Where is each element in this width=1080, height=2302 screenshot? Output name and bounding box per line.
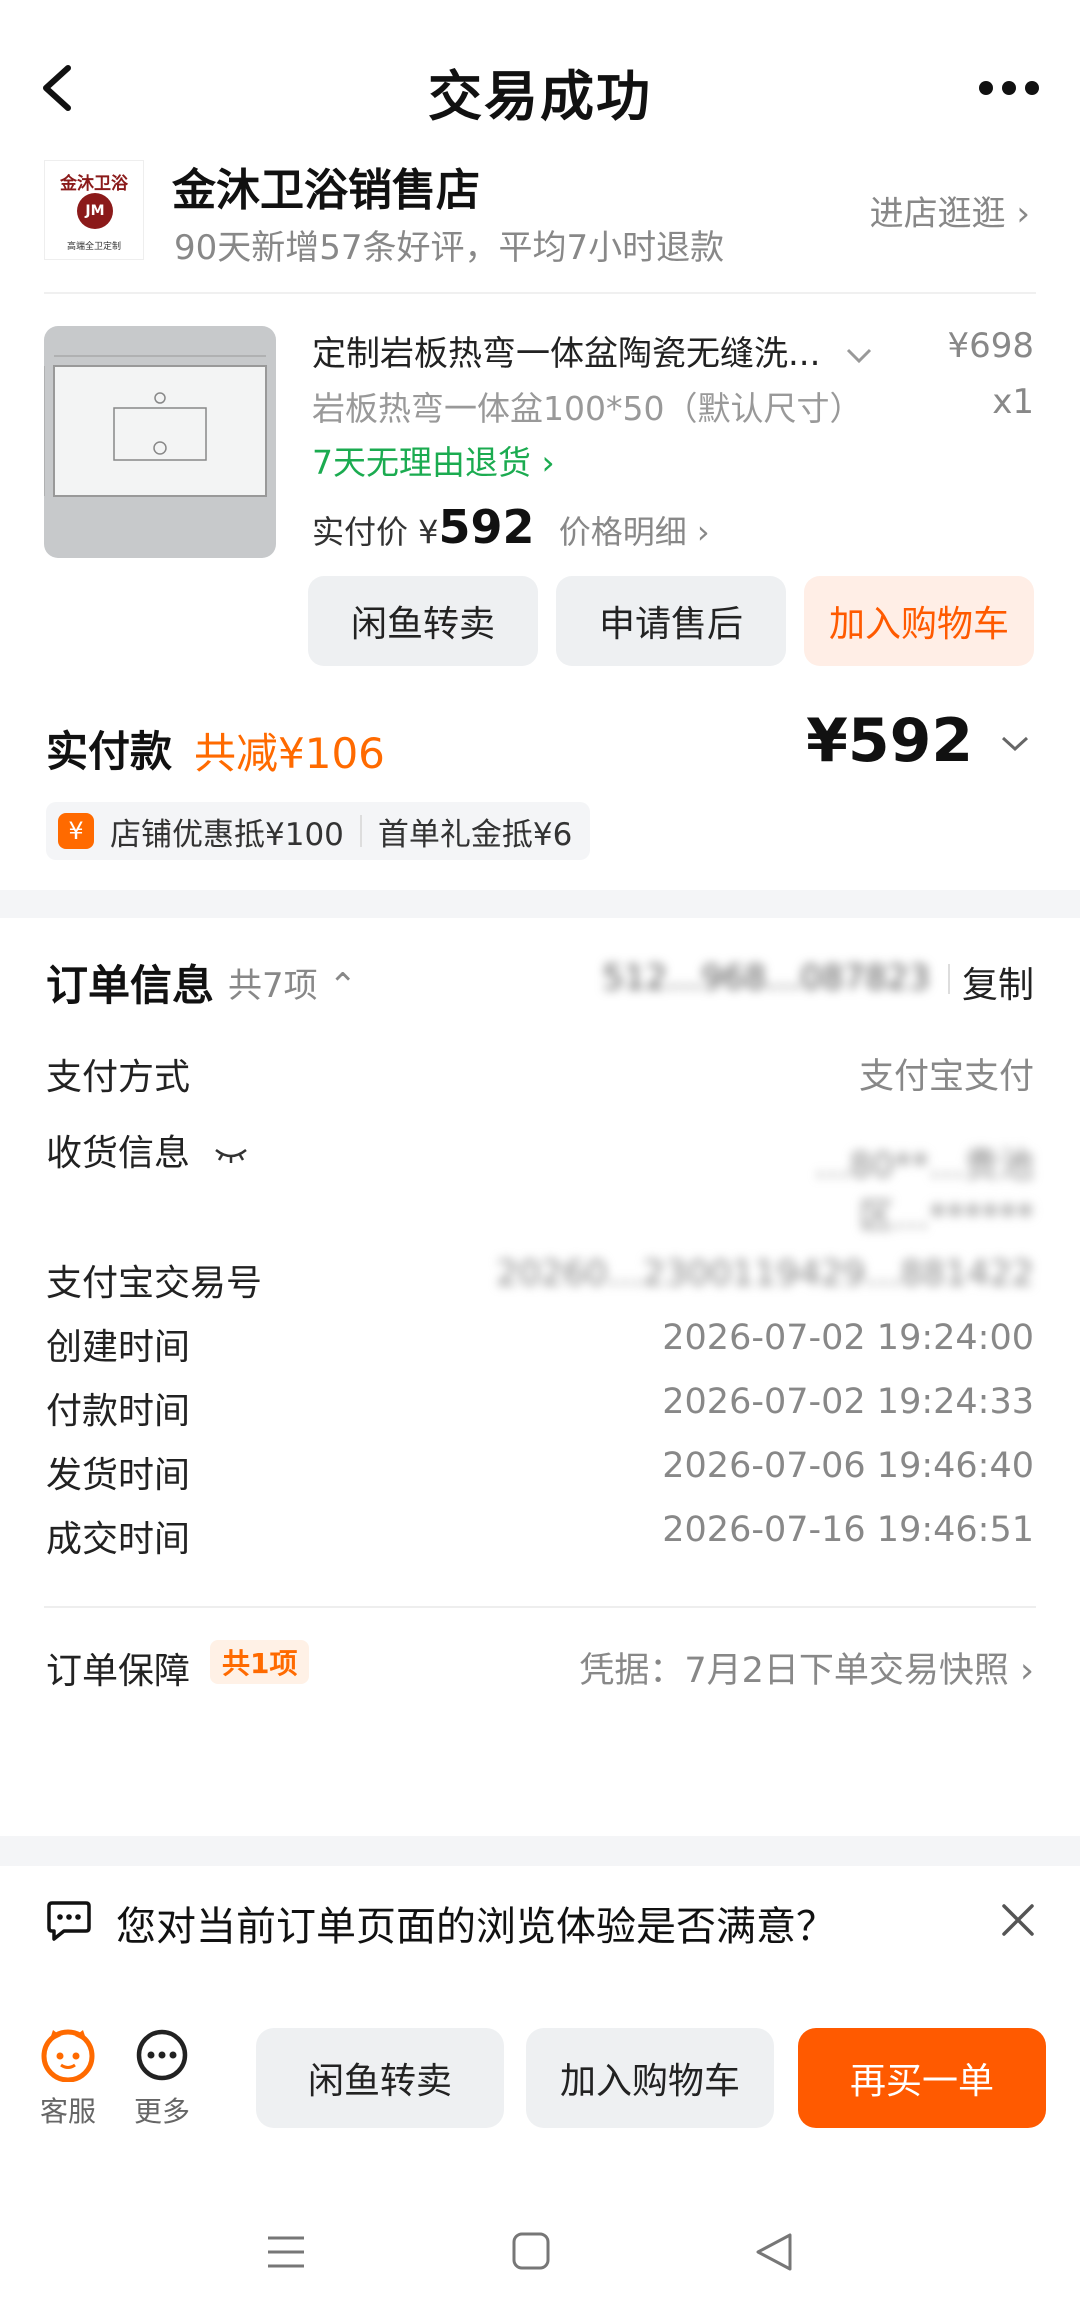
chevron-down-icon xyxy=(1001,737,1029,752)
product-paid-price: 实付价 ¥592 价格明细 › xyxy=(312,500,710,554)
system-nav-bar xyxy=(0,2200,1080,2302)
divider xyxy=(948,964,950,994)
page-title: 交易成功 xyxy=(428,65,652,128)
shop-rating-summary: 90天新增57条好评，平均7小时退款 xyxy=(174,228,725,268)
paid-time-label: 付款时间 xyxy=(46,1391,191,1432)
home-icon[interactable] xyxy=(512,2232,550,2270)
add-to-cart-bottom-button[interactable]: 加入购物车 xyxy=(526,2028,774,2128)
shop-logo[interactable]: 金沐卫浴 JM 高端全卫定制 xyxy=(44,160,144,260)
order-info-title: 订单信息 xyxy=(46,961,215,1010)
order-summary-card: 金沐卫浴 JM 高端全卫定制 金沐卫浴销售店 90天新增57条好评，平均7小时退… xyxy=(0,150,1080,890)
payment-method-value: 支付宝支付 xyxy=(858,1057,1034,1097)
customer-service-icon xyxy=(41,2029,95,2083)
more-button[interactable]: 更多 xyxy=(122,2028,202,2130)
shop-logo-initials: JM xyxy=(85,203,105,219)
product-quantity: x1 xyxy=(992,382,1034,422)
shop-logo-badge: JM xyxy=(77,193,113,229)
price-detail-link[interactable]: 价格明细 › xyxy=(559,513,710,551)
product-sku: 岩板热弯一体盆100*50（默认尺寸） xyxy=(312,389,863,428)
alipay-trade-no-label: 支付宝交易号 xyxy=(46,1263,263,1304)
more-label: 更多 xyxy=(133,2095,190,2128)
shipping-info-label-text: 收货信息 xyxy=(46,1133,191,1174)
return-policy-link[interactable]: 7天无理由退货 › xyxy=(312,436,555,484)
resell-button[interactable]: 闲鱼转卖 xyxy=(308,576,538,666)
more-options-icon[interactable] xyxy=(978,80,1040,96)
shipping-info-line-1: …80**…贵池 xyxy=(814,1146,1034,1186)
visit-shop-link[interactable]: 进店逛逛 › xyxy=(870,186,1030,235)
more-icon xyxy=(136,2029,188,2081)
first-order-discount: 首单礼金抵¥6 xyxy=(377,816,573,853)
paid-price-label: 实付价 ¥ xyxy=(312,513,439,551)
back-nav-icon[interactable] xyxy=(754,2232,794,2272)
actual-payment-total[interactable]: ¥592 xyxy=(806,706,1030,776)
paid-price-amount: 592 xyxy=(438,500,535,554)
order-number: 512…968…087823 xyxy=(602,958,930,998)
coupon-icon: ¥ xyxy=(58,813,94,849)
customer-service-label: 客服 xyxy=(39,2095,96,2128)
chevron-down-icon[interactable] xyxy=(845,347,873,365)
top-bar: 交易成功 xyxy=(0,0,1080,150)
feedback-question: 您对当前订单页面的浏览体验是否满意？ xyxy=(116,1904,836,1950)
hidden-eye-icon[interactable] xyxy=(213,1145,249,1165)
payment-method-label: 支付方式 xyxy=(46,1057,191,1098)
order-snapshot-link[interactable]: 凭据：7月2日下单交易快照 › xyxy=(579,1642,1034,1693)
close-icon[interactable] xyxy=(998,1900,1038,1940)
feedback-survey: 您对当前订单页面的浏览体验是否满意？ xyxy=(0,1866,1080,2006)
divider xyxy=(359,815,362,847)
shipping-info-label: 收货信息 xyxy=(46,1124,249,1176)
shipped-time-label: 发货时间 xyxy=(46,1455,191,1496)
resell-bottom-button[interactable]: 闲鱼转卖 xyxy=(256,2028,504,2128)
paid-time-value: 2026-07-02 19:24:33 xyxy=(662,1382,1034,1422)
product-title-text: 定制岩板热弯一体盆陶瓷无缝洗... xyxy=(312,334,821,374)
copy-order-number-button[interactable]: 复制 xyxy=(962,956,1034,1008)
product-title[interactable]: 定制岩板热弯一体盆陶瓷无缝洗... xyxy=(312,326,873,375)
total-discount: 共减¥106 xyxy=(194,729,385,778)
guarantee-count-badge: 共1项 xyxy=(210,1640,310,1684)
payment-total-amount: ¥592 xyxy=(806,706,974,776)
product-image[interactable] xyxy=(44,326,276,558)
chat-bubble-icon xyxy=(47,1901,91,1941)
buy-again-button[interactable]: 再买一单 xyxy=(798,2028,1046,2128)
add-to-cart-button[interactable]: 加入购物车 xyxy=(804,576,1034,666)
shipping-info-value: …80**…贵池 xyxy=(814,1144,1034,1188)
shipped-time-value: 2026-07-06 19:46:40 xyxy=(662,1446,1034,1486)
after-sales-button[interactable]: 申请售后 xyxy=(556,576,786,666)
order-info-collapse-toggle[interactable]: 共7项 ⌃ xyxy=(228,958,357,1007)
shop-discount: 店铺优惠抵¥100 xyxy=(110,816,344,853)
completed-time-value: 2026-07-16 19:46:51 xyxy=(662,1510,1034,1550)
shipping-info-line-2: 区…****** xyxy=(858,1197,1034,1237)
created-time-label: 创建时间 xyxy=(46,1327,191,1368)
shop-logo-text: 金沐卫浴 xyxy=(60,174,128,194)
order-guarantee-label: 订单保障 xyxy=(46,1651,191,1692)
created-time-value: 2026-07-02 19:24:00 xyxy=(662,1318,1034,1358)
actual-payment-label: 实付款 xyxy=(46,727,173,776)
completed-time-label: 成交时间 xyxy=(46,1519,191,1560)
order-info-card: 订单信息 共7项 ⌃ 512…968…087823 复制 支付方式 支付宝支付 … xyxy=(0,918,1080,1836)
shop-name[interactable]: 金沐卫浴销售店 xyxy=(172,154,480,218)
discount-breakdown: ¥ 店铺优惠抵¥100 首单礼金抵¥6 xyxy=(46,802,591,860)
shop-logo-sub: 高端全卫定制 xyxy=(66,242,121,252)
product-price: ¥698 xyxy=(947,326,1034,366)
divider xyxy=(44,1606,1036,1608)
divider xyxy=(44,292,1036,294)
menu-icon[interactable] xyxy=(266,2234,306,2270)
customer-service-button[interactable]: 客服 xyxy=(28,2028,108,2130)
alipay-trade-no-value: 20260…2300119429…881422 xyxy=(496,1254,1034,1294)
